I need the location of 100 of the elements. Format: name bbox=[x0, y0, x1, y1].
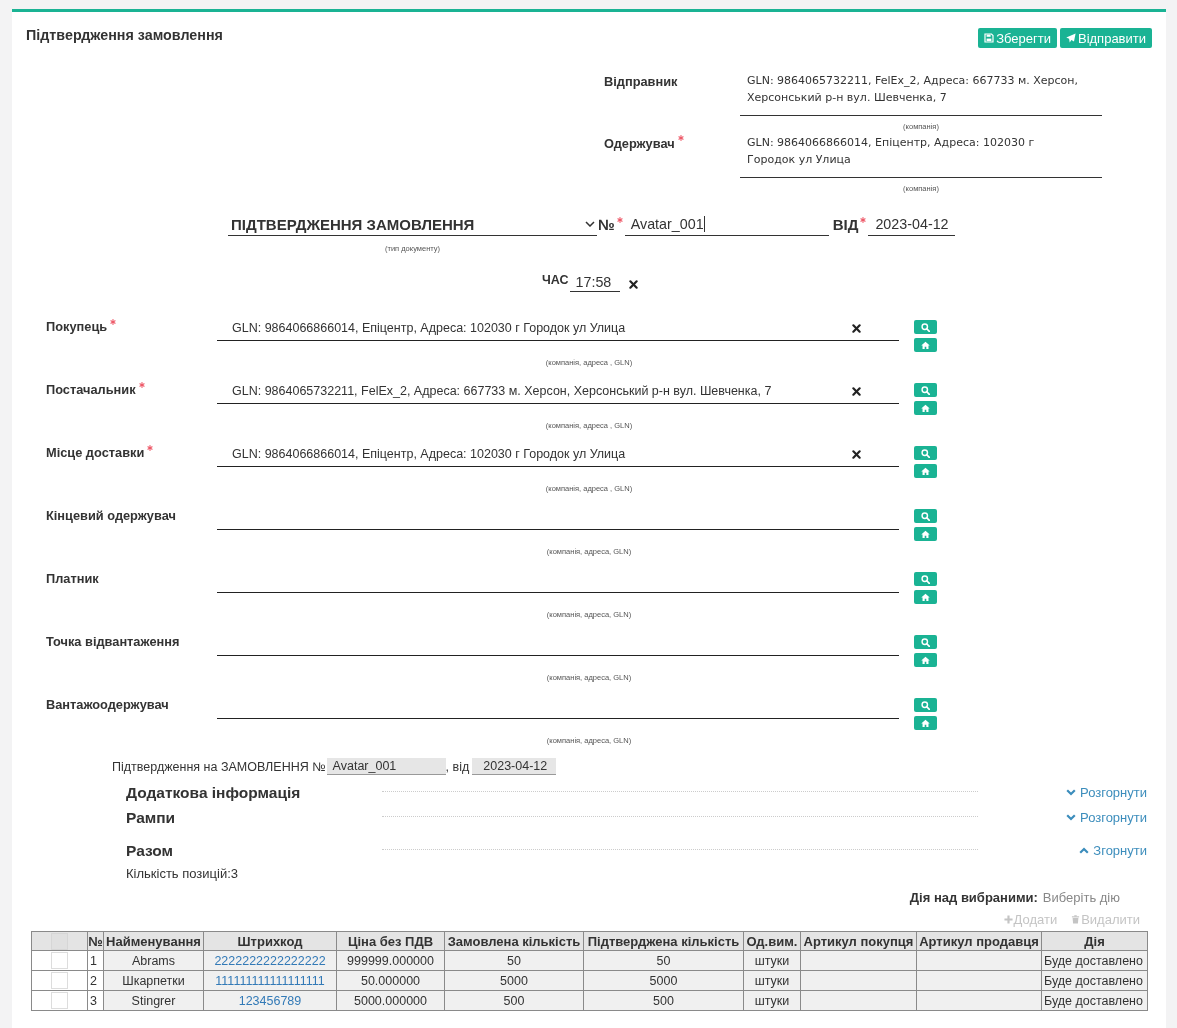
home-button[interactable] bbox=[914, 401, 937, 415]
company-field[interactable]: GLN: 9864066866014, Епіцентр, Адреса: 102030 г Городок ул Улица bbox=[217, 316, 899, 341]
close-icon[interactable] bbox=[852, 323, 861, 333]
home-button[interactable] bbox=[914, 464, 937, 478]
home-icon bbox=[921, 466, 930, 476]
row-checkbox[interactable] bbox=[51, 952, 68, 969]
company-field[interactable]: GLN: 9864065732211, FelEx_2, Адреса: 667733 м. Херсон, Херсонський р-н вул. Шевченка, 7 bbox=[217, 379, 899, 404]
date-label: ВІД bbox=[832, 214, 859, 235]
ordered-quantity: 5000 bbox=[500, 973, 528, 988]
search-button[interactable] bbox=[914, 383, 937, 397]
confirmed-quantity: 5000 bbox=[649, 973, 678, 988]
price-cell: 999999.000000 bbox=[347, 953, 434, 968]
chevron-down-icon bbox=[1066, 789, 1077, 796]
company-field[interactable]: GLN: 9864066866014, Епіцентр, Адреса: 102030 г Городок ул Улица bbox=[217, 442, 899, 467]
field-label: Кінцевий одержувач bbox=[46, 508, 176, 524]
search-icon bbox=[921, 448, 930, 458]
company-field[interactable]: GLN: 9864065732211, FelEx_2, Адреса: 667733 м. Херсон, Херсонський р-н вул. Шевченка, 7 bbox=[740, 72, 1102, 116]
field-label: Точка відвантаження bbox=[46, 634, 180, 650]
search-button[interactable] bbox=[914, 635, 937, 649]
paper-plane-icon bbox=[1065, 33, 1076, 43]
row-number: 2 bbox=[90, 973, 97, 988]
search-button[interactable] bbox=[914, 698, 937, 712]
search-button[interactable] bbox=[914, 446, 937, 460]
column-header: Артикул покупця bbox=[800, 931, 917, 951]
home-button[interactable] bbox=[914, 653, 937, 667]
bulk-action-label: Дія над вибраними: bbox=[909, 889, 1038, 905]
positions-count: Кількість позицій:3 bbox=[126, 866, 240, 882]
send-button[interactable]: Відправити bbox=[1059, 28, 1152, 48]
column-header: Од.вим. bbox=[743, 931, 801, 951]
plus-icon bbox=[1003, 914, 1013, 924]
ordered-quantity: 500 bbox=[503, 993, 525, 1008]
search-icon bbox=[921, 511, 930, 521]
field-label: Одержувач bbox=[604, 135, 675, 152]
chevron-down-icon bbox=[1066, 814, 1077, 821]
section-title: Рампи bbox=[126, 808, 177, 827]
column-header: Найменування bbox=[103, 931, 204, 951]
close-icon[interactable] bbox=[628, 280, 638, 289]
field-label: Платник bbox=[46, 571, 99, 587]
column-header: Замовлена кількість bbox=[444, 931, 584, 951]
action-select[interactable]: Виберіть дію bbox=[1042, 889, 1120, 905]
search-icon bbox=[921, 637, 930, 647]
section-title: Разом bbox=[126, 841, 174, 860]
product-name: Abrams bbox=[131, 953, 176, 968]
home-button[interactable] bbox=[914, 590, 937, 604]
price-cell: 5000.000000 bbox=[354, 993, 427, 1008]
order-date-field: 2023-04-12 bbox=[472, 758, 557, 775]
close-icon[interactable] bbox=[852, 386, 861, 396]
search-icon bbox=[921, 322, 930, 332]
home-button[interactable] bbox=[914, 527, 937, 541]
field-label: Вантажоодержувач bbox=[46, 697, 169, 713]
row-number: 3 bbox=[90, 993, 97, 1008]
row-checkbox[interactable] bbox=[51, 992, 68, 1009]
row-checkbox[interactable] bbox=[51, 972, 68, 989]
date-field[interactable]: 2023-04-12 bbox=[868, 213, 956, 236]
close-icon[interactable] bbox=[852, 449, 861, 459]
field-label: Постачальник bbox=[46, 382, 136, 398]
chevron-down-icon bbox=[585, 221, 595, 227]
confirmed-quantity: 50 bbox=[656, 953, 671, 968]
document-type-select[interactable]: ПІДТВЕРДЖЕННЯ ЗАМОВЛЕННЯ bbox=[228, 213, 597, 236]
search-button[interactable] bbox=[914, 509, 937, 523]
page-title: Підтвердження замовлення bbox=[26, 27, 223, 43]
action-status: Буде доставлено bbox=[1044, 953, 1143, 968]
search-icon bbox=[921, 574, 930, 584]
product-name: Шкарпетки bbox=[122, 973, 185, 988]
time-field[interactable]: 17:58 bbox=[569, 273, 620, 292]
action-status: Буде доставлено bbox=[1044, 993, 1143, 1008]
ordered-quantity: 50 bbox=[507, 953, 521, 968]
unit-cell: штуки bbox=[754, 993, 790, 1008]
company-field[interactable]: GLN: 9864066866014, Епіцентр, Адреса: 102030 г Городок ул Улица bbox=[740, 134, 1102, 178]
unit-cell: штуки bbox=[754, 973, 790, 988]
trash-icon bbox=[1071, 914, 1081, 924]
search-icon bbox=[921, 385, 930, 395]
column-header: Ціна без ПДВ bbox=[336, 931, 445, 951]
unit-cell: штуки bbox=[754, 953, 790, 968]
search-button[interactable] bbox=[914, 320, 937, 334]
column-header: Артикул продавця bbox=[916, 931, 1042, 951]
row-number: 1 bbox=[90, 953, 97, 968]
time-label: ЧАС bbox=[542, 272, 569, 288]
section-title: Додаткова інформація bbox=[126, 783, 302, 802]
home-button[interactable] bbox=[914, 716, 937, 730]
field-label: Відправник bbox=[604, 73, 678, 90]
search-button[interactable] bbox=[914, 572, 937, 586]
search-icon bbox=[921, 700, 930, 710]
column-header: Підтверджена кількість bbox=[583, 931, 744, 951]
column-header: Дія bbox=[1041, 931, 1148, 951]
number-field[interactable]: Avatar_001 bbox=[624, 213, 829, 236]
confirmed-quantity: 500 bbox=[653, 993, 674, 1008]
action-status: Буде доставлено bbox=[1044, 973, 1143, 988]
home-icon bbox=[921, 340, 930, 350]
number-label: № bbox=[598, 214, 615, 235]
home-button[interactable] bbox=[914, 338, 937, 352]
field-label: Покупець bbox=[46, 319, 108, 335]
toggle-link[interactable]: Згорнути bbox=[1079, 843, 1147, 858]
toggle-link[interactable]: Розгорнути bbox=[1066, 810, 1147, 825]
home-icon bbox=[921, 529, 930, 539]
select-all-checkbox[interactable] bbox=[51, 932, 68, 950]
toggle-link[interactable]: Розгорнути bbox=[1066, 785, 1147, 800]
home-icon bbox=[921, 718, 930, 728]
save-button[interactable]: Зберегти bbox=[978, 28, 1057, 48]
home-icon bbox=[921, 655, 930, 665]
